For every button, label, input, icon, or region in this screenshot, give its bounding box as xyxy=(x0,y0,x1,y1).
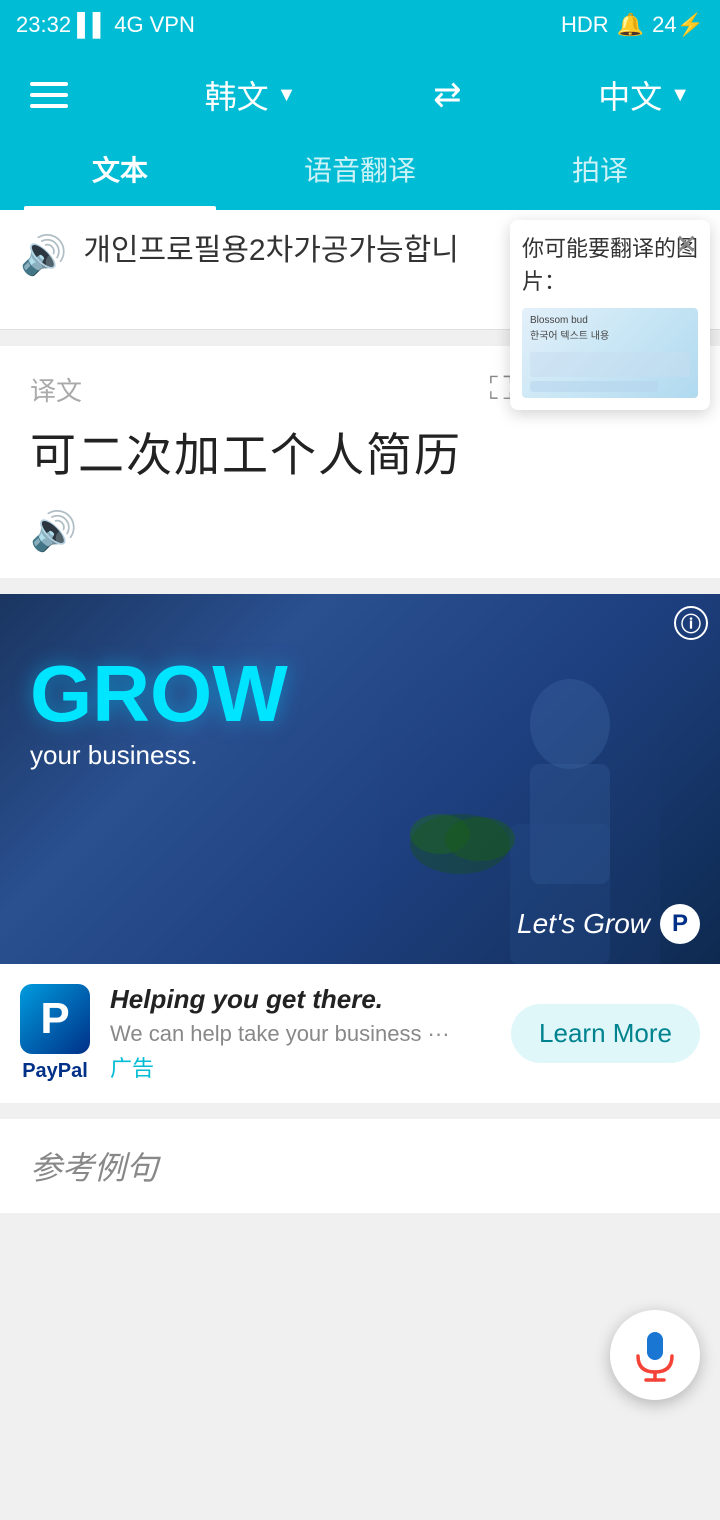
ad-headline: Helping you get there. xyxy=(110,984,491,1015)
vpn-indicator: VPN xyxy=(150,12,195,38)
ad-lets-grow-area: Let's Grow P xyxy=(517,904,700,944)
ad-bottom-section: P PayPal Helping you get there. We can h… xyxy=(0,964,720,1103)
ad-banner-image[interactable]: ⓘ GROW your business. Let's Grow P xyxy=(0,594,720,964)
tooltip-message: 你可能要翻译的图片： xyxy=(522,232,698,298)
ad-copy-block: Helping you get there. We can help take … xyxy=(110,984,491,1083)
ad-grow-title: GROW xyxy=(30,654,288,734)
examples-section: 参考例句 xyxy=(0,1119,720,1213)
translation-sound-icon[interactable]: 🔊 xyxy=(30,511,77,553)
tab-photo[interactable]: 拍译 xyxy=(480,140,720,210)
ad-paypal-logo-small: P xyxy=(660,904,700,944)
swap-languages-button[interactable]: ⇄ xyxy=(433,75,462,115)
tab-bar: 文本 语音翻译 拍译 xyxy=(0,140,720,210)
target-lang-selector[interactable]: 中文 ▼ xyxy=(598,72,690,118)
translation-result-text: 可二次加工个人简历 xyxy=(30,426,690,486)
tab-text[interactable]: 文本 xyxy=(0,140,240,210)
tooltip-screenshot-preview[interactable]: Blossom bud 한국어 텍스트 내용 xyxy=(522,308,698,398)
paypal-logo-block: P PayPal xyxy=(20,984,90,1083)
status-right: HDR 🔔 24⚡ xyxy=(561,12,704,38)
hdr-badge: HDR xyxy=(561,12,609,38)
learn-more-button[interactable]: Learn More xyxy=(511,1004,700,1063)
network-type: 4G xyxy=(114,12,143,38)
status-bar: 23:32 ▌▌ 4G VPN HDR 🔔 24⚡ xyxy=(0,0,720,50)
mic-icon xyxy=(628,1328,682,1382)
ad-section: ⓘ GROW your business. Let's Grow P xyxy=(0,594,720,1103)
tab-photo-label: 拍译 xyxy=(572,149,628,201)
source-lang-dropdown-icon: ▼ xyxy=(277,84,297,107)
time-display: 23:32 xyxy=(16,12,71,38)
tooltip-img-title: Blossom bud xyxy=(530,314,588,328)
battery-display: 24⚡ xyxy=(652,12,704,38)
ad-info-icon[interactable]: ⓘ xyxy=(674,606,708,640)
menu-button[interactable] xyxy=(30,82,68,108)
volume-icon: 🔔 xyxy=(617,12,644,38)
tooltip-close-button[interactable]: ✕ xyxy=(675,228,698,261)
tooltip-img-text: 한국어 텍스트 내용 xyxy=(530,330,609,344)
input-section: 🔊 개인프로필용2차가공가능합니 ✕ 你可能要翻译的图片： Blossom bu… xyxy=(0,210,720,330)
input-sound-icon[interactable]: 🔊 xyxy=(20,234,67,278)
microphone-fab[interactable] xyxy=(610,1310,700,1400)
ad-grow-text-block: GROW your business. xyxy=(30,654,288,771)
target-lang-label: 中文 xyxy=(598,72,662,118)
image-translate-tooltip: ✕ 你可能要翻译的图片： Blossom bud 한국어 텍스트 내용 xyxy=(510,220,710,410)
translation-label: 译文 xyxy=(30,371,82,408)
ad-label-guanggao: 广告 xyxy=(110,1051,491,1083)
source-lang-selector[interactable]: 韩文 ▼ xyxy=(205,72,297,118)
top-bar: 韩文 ▼ ⇄ 中文 ▼ xyxy=(0,50,720,140)
status-left: 23:32 ▌▌ 4G VPN xyxy=(16,12,195,38)
paypal-p-icon: P xyxy=(20,984,90,1054)
signal-icon: ▌▌ xyxy=(77,12,108,38)
tab-voice[interactable]: 语音翻译 xyxy=(240,140,480,210)
target-lang-dropdown-icon: ▼ xyxy=(670,84,690,107)
expand-icon[interactable]: ⛶ xyxy=(489,370,511,408)
paypal-text: PayPal xyxy=(22,1060,88,1083)
tab-voice-label: 语音翻译 xyxy=(304,149,416,201)
source-lang-label: 韩文 xyxy=(205,72,269,118)
ad-grow-subtitle: your business. xyxy=(30,740,288,771)
ad-subtext: We can help take your business ··· xyxy=(110,1021,491,1047)
tab-text-label: 文本 xyxy=(92,149,148,201)
ad-lets-grow-text: Let's Grow xyxy=(517,908,650,940)
examples-label: 参考例句 xyxy=(30,1150,158,1186)
